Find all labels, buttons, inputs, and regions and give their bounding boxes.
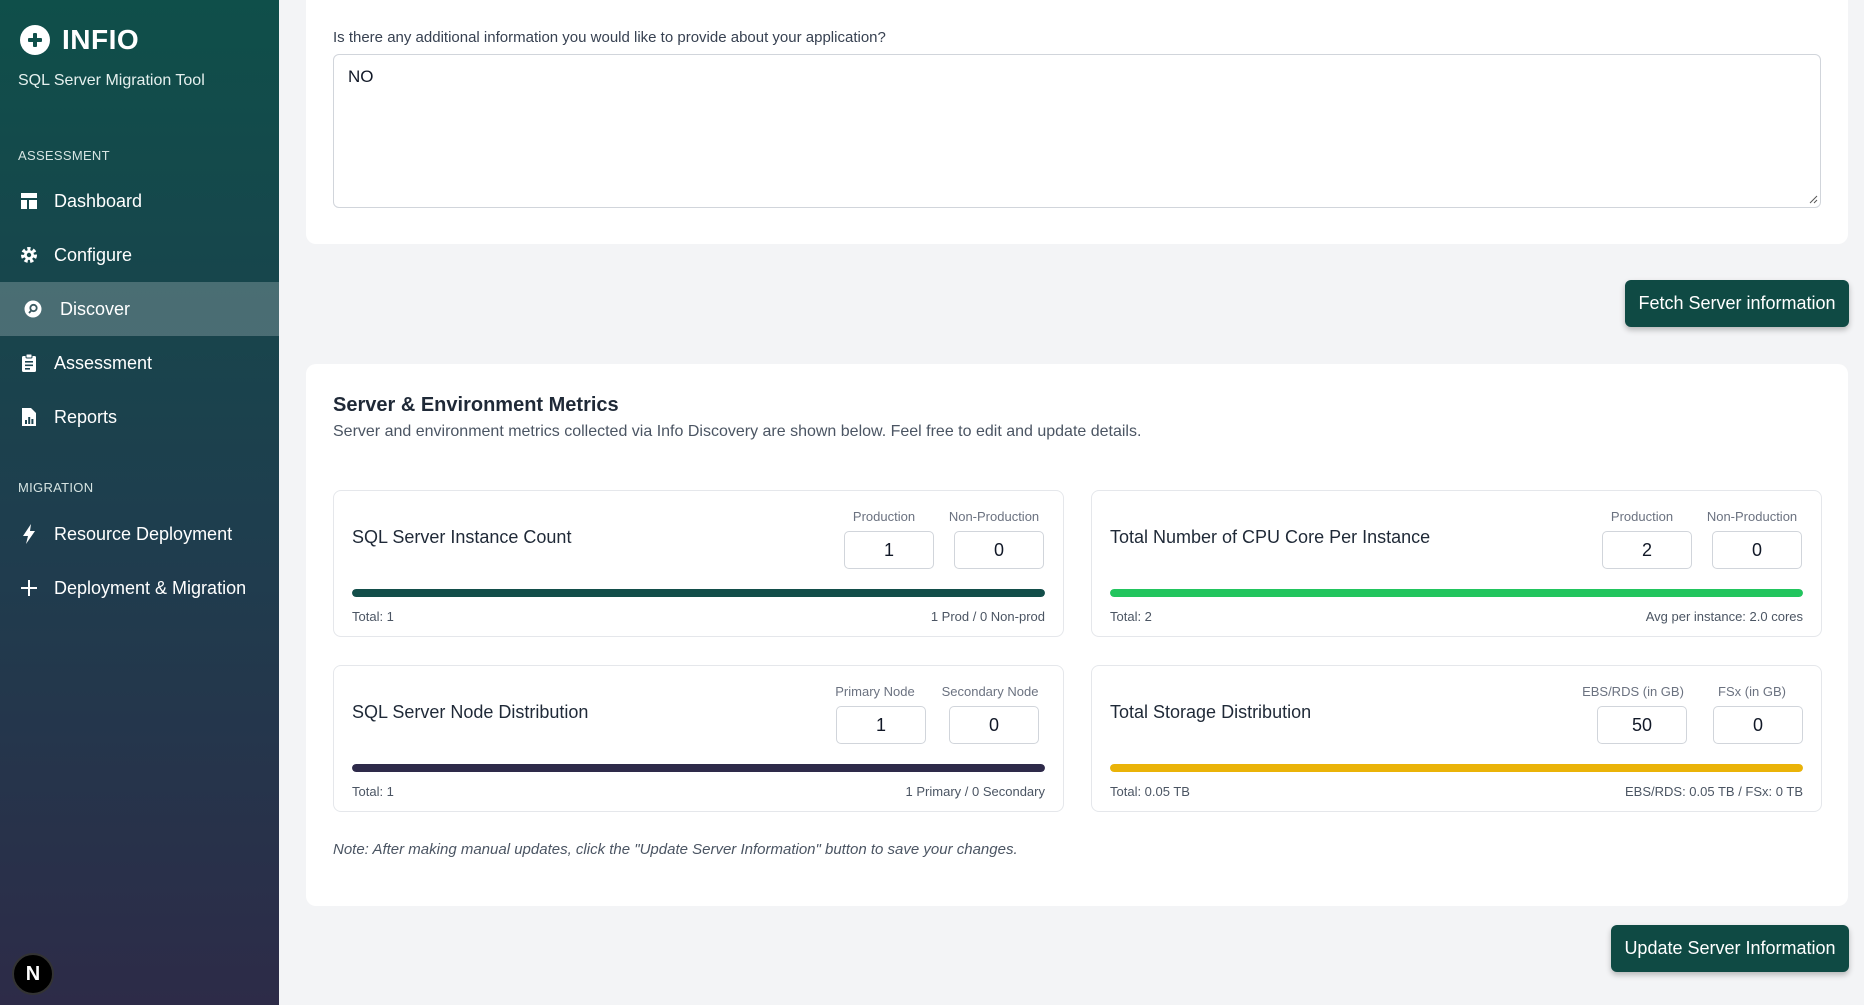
progress-bar bbox=[352, 589, 1045, 597]
progress-bar-fill bbox=[1110, 589, 1803, 597]
sidebar-item-configure[interactable]: Configure bbox=[0, 228, 279, 282]
nonproduction-instance-input[interactable] bbox=[954, 531, 1044, 569]
metrics-description: Server and environment metrics collected… bbox=[333, 423, 1142, 440]
nonproduction-cpu-input[interactable] bbox=[1712, 531, 1802, 569]
metric-title: Total Storage Distribution bbox=[1110, 702, 1312, 722]
metric-card-instance-count: SQL Server Instance Count Production Non… bbox=[333, 490, 1064, 637]
update-note: Note: After making manual updates, click… bbox=[333, 841, 1018, 858]
sidebar: INFIO SQL Server Migration Tool ASSESSME… bbox=[0, 0, 279, 1005]
sidebar-item-label: Configure bbox=[54, 244, 133, 265]
field-label-b: Non-Production bbox=[1706, 509, 1798, 524]
discover-icon bbox=[22, 298, 44, 320]
metric-title: SQL Server Instance Count bbox=[352, 527, 572, 547]
plus-icon bbox=[18, 577, 40, 599]
sidebar-item-dashboard[interactable]: Dashboard bbox=[0, 174, 279, 228]
progress-bar-fill bbox=[352, 589, 1045, 597]
field-label-a: Primary Node bbox=[835, 684, 915, 699]
brand: INFIO bbox=[20, 24, 139, 56]
sidebar-item-label: Discover bbox=[60, 298, 131, 319]
sidebar-item-label: Reports bbox=[54, 406, 118, 427]
sidebar-item-discover[interactable]: Discover bbox=[0, 282, 279, 336]
field-label-b: FSx (in GB) bbox=[1718, 684, 1786, 699]
metric-breakdown: 1 Primary / 0 Secondary bbox=[905, 784, 1045, 799]
sidebar-item-resource-deployment[interactable]: Resource Deployment bbox=[0, 507, 279, 561]
progress-bar-fill bbox=[352, 764, 1045, 772]
metric-breakdown: 1 Prod / 0 Non-prod bbox=[930, 609, 1045, 624]
ebs-rds-input[interactable] bbox=[1597, 706, 1687, 744]
section-label-migration: MIGRATION bbox=[18, 480, 94, 495]
additional-info-textarea[interactable] bbox=[333, 54, 1821, 208]
sidebar-item-label: Resource Deployment bbox=[54, 523, 233, 544]
resize-grip-icon[interactable] bbox=[1808, 194, 1818, 204]
metric-card-cpu-cores: Total Number of CPU Core Per Instance Pr… bbox=[1091, 490, 1822, 637]
metric-total: Total: 1 bbox=[352, 784, 394, 799]
sidebar-item-assessment[interactable]: Assessment bbox=[0, 336, 279, 390]
fetch-server-info-button[interactable]: Fetch Server information bbox=[1625, 280, 1849, 327]
progress-bar bbox=[352, 764, 1045, 772]
dashboard-icon bbox=[18, 190, 40, 212]
report-icon bbox=[18, 406, 40, 428]
metric-title: SQL Server Node Distribution bbox=[352, 702, 589, 722]
production-cpu-input[interactable] bbox=[1602, 531, 1692, 569]
fsx-input[interactable] bbox=[1713, 706, 1803, 744]
update-server-info-button[interactable]: Update Server Information bbox=[1611, 925, 1849, 972]
sidebar-item-label: Assessment bbox=[54, 352, 153, 373]
metrics-title: Server & Environment Metrics bbox=[333, 394, 619, 416]
brand-plus-icon bbox=[20, 25, 50, 55]
secondary-node-input[interactable] bbox=[949, 706, 1039, 744]
sidebar-item-reports[interactable]: Reports bbox=[0, 390, 279, 444]
sidebar-item-deployment-migration[interactable]: Deployment & Migration bbox=[0, 561, 279, 615]
field-label-a: EBS/RDS (in GB) bbox=[1582, 684, 1684, 699]
field-label-a: Production bbox=[852, 509, 916, 524]
sidebar-item-label: Dashboard bbox=[54, 190, 143, 211]
sidebar-item-label: Deployment & Migration bbox=[54, 577, 247, 598]
app-subtitle: SQL Server Migration Tool bbox=[18, 72, 205, 89]
field-label-b: Secondary Node bbox=[941, 684, 1039, 699]
field-label-b: Non-Production bbox=[948, 509, 1040, 524]
next-badge-icon[interactable]: N bbox=[12, 953, 54, 995]
metric-breakdown: Avg per instance: 2.0 cores bbox=[1645, 609, 1803, 624]
gear-icon bbox=[18, 244, 40, 266]
lightning-icon bbox=[18, 523, 40, 545]
additional-info-question: Is there any additional information you … bbox=[333, 29, 886, 46]
metric-card-storage: Total Storage Distribution EBS/RDS (in G… bbox=[1091, 665, 1822, 812]
progress-bar bbox=[1110, 589, 1803, 597]
metric-total: Total: 2 bbox=[1110, 609, 1152, 624]
metric-breakdown: EBS/RDS: 0.05 TB / FSx: 0 TB bbox=[1625, 784, 1803, 799]
metric-title: Total Number of CPU Core Per Instance bbox=[1110, 527, 1431, 547]
metric-total: Total: 0.05 TB bbox=[1110, 784, 1190, 799]
metric-total: Total: 1 bbox=[352, 609, 394, 624]
clipboard-icon bbox=[18, 352, 40, 374]
app-name: INFIO bbox=[62, 24, 140, 55]
metric-card-node-distribution: SQL Server Node Distribution Primary Nod… bbox=[333, 665, 1064, 812]
production-instance-input[interactable] bbox=[844, 531, 934, 569]
progress-bar bbox=[1110, 764, 1803, 772]
primary-node-input[interactable] bbox=[836, 706, 926, 744]
field-label-a: Production bbox=[1610, 509, 1674, 524]
progress-bar-fill bbox=[1110, 764, 1803, 772]
section-label-assessment: ASSESSMENT bbox=[18, 148, 110, 163]
